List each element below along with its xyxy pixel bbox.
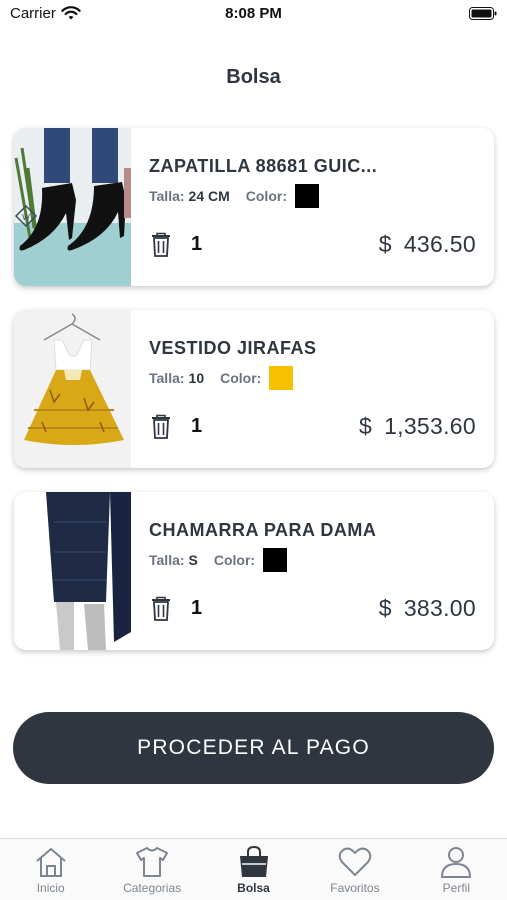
size-label: Talla: xyxy=(149,552,185,568)
tab-label: Favoritos xyxy=(330,881,380,895)
cart-item[interactable]: VESTIDO JIRAFAS Talla: 10 Color: 1 $1,35… xyxy=(14,310,494,468)
color-label: Color: xyxy=(245,188,287,204)
price: $383.00 xyxy=(379,595,476,622)
cart-list: W ZAPATILLA 88681 GUIC... Talla: 24 CM C… xyxy=(14,128,494,674)
tab-label: Perfil xyxy=(442,881,470,895)
tab-favoritos[interactable]: Favoritos xyxy=(304,839,405,900)
size-label: Talla: xyxy=(149,188,185,204)
size-value: 10 xyxy=(188,370,205,386)
tab-categorias[interactable]: Categorias xyxy=(101,839,202,900)
price-value: 1,353.60 xyxy=(384,413,476,439)
trash-icon[interactable] xyxy=(151,414,171,440)
color-swatch xyxy=(269,366,294,390)
tab-bolsa[interactable]: Bolsa xyxy=(203,839,304,900)
page-title: Bolsa xyxy=(226,66,281,88)
product-name[interactable]: ZAPATILLA 88681 GUIC... xyxy=(149,156,469,177)
currency-symbol: $ xyxy=(358,413,373,439)
price-value: 436.50 xyxy=(403,231,476,257)
product-image[interactable]: W xyxy=(14,128,131,286)
tshirt-icon xyxy=(136,847,169,877)
currency-symbol: $ xyxy=(378,231,392,257)
battery-icon xyxy=(469,7,497,20)
trash-icon[interactable] xyxy=(151,232,171,258)
shopping-bag-icon xyxy=(239,845,268,877)
size-label: Talla: xyxy=(149,370,185,386)
quantity: 1 xyxy=(191,597,203,619)
price-value: 383.00 xyxy=(403,595,476,621)
color-label: Color: xyxy=(213,552,256,568)
tab-bar: Inicio Categorias Bolsa Favoritos Perfil xyxy=(0,838,507,900)
product-name[interactable]: CHAMARRA PARA DAMA xyxy=(149,520,469,541)
product-name[interactable]: VESTIDO JIRAFAS xyxy=(149,338,469,359)
quantity: 1 xyxy=(191,415,203,437)
home-icon xyxy=(36,848,66,877)
cart-item[interactable]: W ZAPATILLA 88681 GUIC... Talla: 24 CM C… xyxy=(14,128,494,286)
product-image[interactable] xyxy=(14,492,131,650)
product-image[interactable] xyxy=(14,310,131,468)
svg-text:W: W xyxy=(22,213,30,222)
color-swatch xyxy=(294,184,319,208)
tab-label: Bolsa xyxy=(237,881,270,895)
tab-inicio[interactable]: Inicio xyxy=(0,839,101,900)
checkout-button[interactable]: PROCEDER AL PAGO xyxy=(13,712,494,784)
size-value: S xyxy=(188,552,198,568)
status-time: 8:08 PM xyxy=(225,5,282,22)
product-meta: Talla: 10 Color: xyxy=(149,366,294,390)
currency-symbol: $ xyxy=(378,595,392,621)
cart-item[interactable]: CHAMARRA PARA DAMA Talla: S Color: 1 $38… xyxy=(14,492,494,650)
size-value: 24 CM xyxy=(188,188,230,204)
color-swatch xyxy=(263,548,288,572)
tab-label: Inicio xyxy=(36,881,65,895)
status-bar: Carrier 8:08 PM xyxy=(0,0,507,28)
price: $1,353.60 xyxy=(359,413,476,440)
quantity: 1 xyxy=(191,233,203,255)
heart-icon xyxy=(338,847,372,876)
user-icon xyxy=(441,847,472,878)
product-meta: Talla: S Color: xyxy=(149,548,288,572)
tab-perfil[interactable]: Perfil xyxy=(406,839,507,900)
trash-icon[interactable] xyxy=(151,596,171,622)
tab-label: Categorias xyxy=(123,881,182,895)
price: $436.50 xyxy=(379,231,476,258)
product-meta: Talla: 24 CM Color: xyxy=(149,184,319,208)
color-label: Color: xyxy=(220,370,262,386)
